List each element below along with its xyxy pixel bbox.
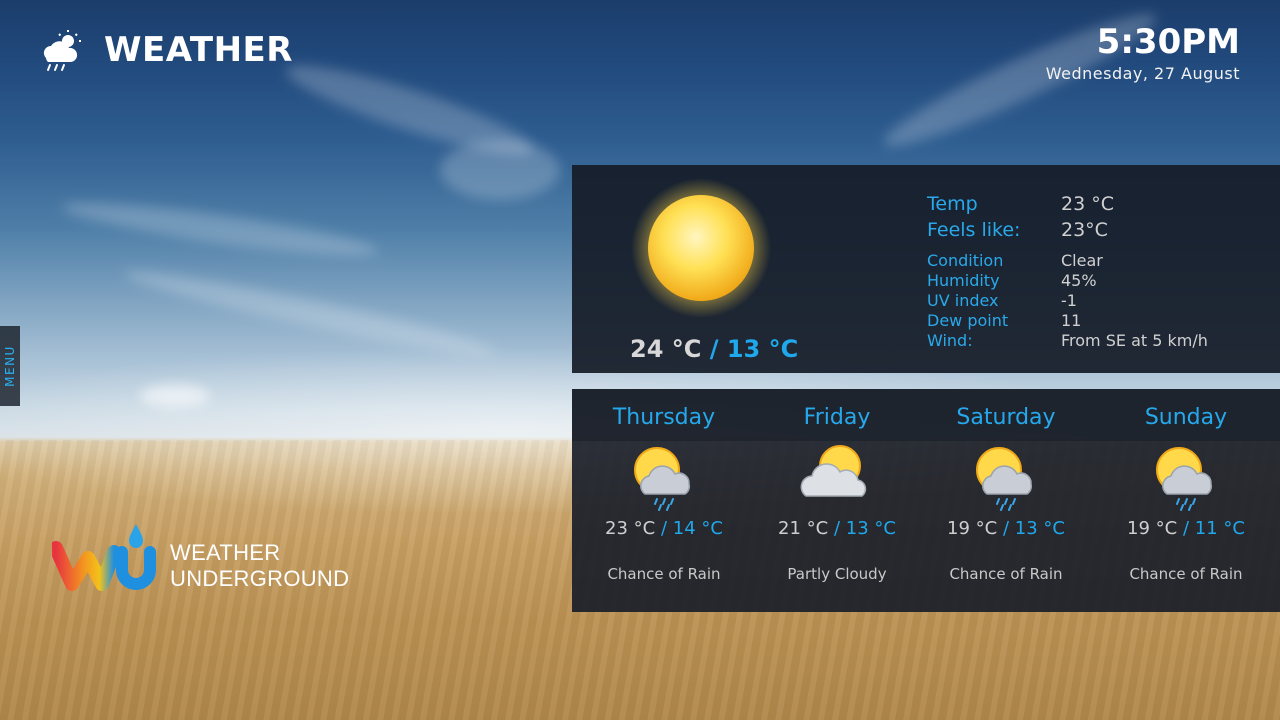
wu-wordmark: WEATHER UNDERGROUND bbox=[170, 540, 349, 592]
detail-value: 23°C bbox=[1061, 219, 1108, 241]
forecast-condition: Chance of Rain bbox=[1129, 565, 1243, 583]
forecast-panel: Thursday 23 °C / 14 °C Chance of Rain Fr… bbox=[572, 389, 1280, 612]
clock: 5:30PM Wednesday, 27 August bbox=[1046, 22, 1240, 83]
detail-label: Temp bbox=[927, 193, 978, 215]
forecast-condition: Chance of Rain bbox=[607, 565, 721, 583]
forecast-high: 19 °C bbox=[1127, 518, 1178, 539]
app-header: WEATHER bbox=[38, 28, 293, 72]
app-title: WEATHER bbox=[104, 30, 293, 70]
detail-row-uv: UV index -1 bbox=[927, 291, 1208, 311]
sun-cloud-rain-icon bbox=[976, 447, 1033, 511]
sun-cloud-rain-icon bbox=[634, 447, 691, 511]
forecast-temps: 21 °C / 13 °C bbox=[778, 518, 896, 539]
detail-row-temp: Temp 23 °C bbox=[927, 191, 1208, 217]
background-cloud bbox=[59, 192, 381, 266]
detail-row-feels: Feels like: 23°C bbox=[927, 217, 1208, 243]
menu-tab[interactable]: MENU bbox=[0, 326, 20, 406]
background-cloud bbox=[440, 140, 560, 200]
detail-row-humidity: Humidity 45% bbox=[927, 271, 1208, 291]
detail-value: -1 bbox=[1061, 291, 1077, 310]
detail-value: 11 bbox=[1061, 311, 1082, 330]
today-low: 13 °C bbox=[726, 335, 799, 363]
detail-label: Humidity bbox=[927, 271, 1000, 290]
forecast-low: 13 °C bbox=[845, 518, 896, 539]
forecast-day[interactable]: Sunday 19 °C / 11 °C Chance of Rain bbox=[1096, 389, 1276, 583]
forecast-day-name: Thursday bbox=[612, 405, 716, 430]
sun-cloud-rain-icon bbox=[1156, 447, 1213, 511]
detail-value: From SE at 5 km/h bbox=[1061, 331, 1208, 350]
background-cloud bbox=[140, 385, 210, 407]
detail-value: Clear bbox=[1061, 251, 1103, 270]
weather-underground-logo: WEATHER UNDERGROUND bbox=[52, 522, 349, 592]
forecast-temps: 19 °C / 11 °C bbox=[1127, 518, 1245, 539]
wu-line1: WEATHER bbox=[170, 540, 281, 565]
background-cloud bbox=[121, 260, 499, 366]
forecast-low: 11 °C bbox=[1194, 518, 1245, 539]
current-conditions-panel: 24 °C / 13 °C Temp 23 °C Feels like: 23°… bbox=[572, 165, 1280, 373]
detail-label: UV index bbox=[927, 291, 999, 310]
forecast-day[interactable]: Saturday 19 °C / 13 °C Chance of Rain bbox=[916, 389, 1096, 583]
detail-row-wind: Wind: From SE at 5 km/h bbox=[927, 331, 1208, 351]
weather-app-icon bbox=[43, 30, 81, 71]
forecast-high: 19 °C bbox=[947, 518, 998, 539]
detail-row-condition: Condition Clear bbox=[927, 251, 1208, 271]
current-details: Temp 23 °C Feels like: 23°C Condition Cl… bbox=[927, 191, 1208, 351]
detail-label: Wind: bbox=[927, 331, 973, 350]
forecast-low: 14 °C bbox=[672, 518, 723, 539]
forecast-temps: 23 °C / 14 °C bbox=[605, 518, 723, 539]
forecast-day[interactable]: Friday 21 °C / 13 °C Partly Cloudy bbox=[747, 389, 927, 583]
menu-label: MENU bbox=[3, 345, 18, 387]
today-high-low: 24 °C / 13 °C bbox=[630, 335, 798, 363]
forecast-day-name: Friday bbox=[803, 405, 871, 430]
forecast-low: 13 °C bbox=[1014, 518, 1065, 539]
sun-icon bbox=[631, 178, 771, 318]
forecast-day-name: Sunday bbox=[1144, 405, 1228, 430]
detail-label: Feels like: bbox=[927, 219, 1021, 241]
forecast-high: 21 °C bbox=[778, 518, 829, 539]
forecast-condition: Chance of Rain bbox=[949, 565, 1063, 583]
forecast-high: 23 °C bbox=[605, 518, 656, 539]
detail-value: 23 °C bbox=[1061, 193, 1114, 215]
detail-label: Dew point bbox=[927, 311, 1009, 330]
detail-value: 45% bbox=[1061, 271, 1097, 290]
hi-lo-separator: / bbox=[701, 335, 727, 363]
partly-cloudy-icon bbox=[800, 445, 867, 497]
clock-time: 5:30PM bbox=[1096, 22, 1240, 62]
forecast-day-name: Saturday bbox=[956, 405, 1056, 430]
today-high: 24 °C bbox=[630, 335, 702, 363]
detail-label: Condition bbox=[927, 251, 1004, 270]
forecast-temps: 19 °C / 13 °C bbox=[947, 518, 1065, 539]
wu-line2: UNDERGROUND bbox=[170, 566, 350, 591]
wu-logo-icon bbox=[52, 524, 156, 591]
detail-row-dew: Dew point 11 bbox=[927, 311, 1208, 331]
clock-date: Wednesday, 27 August bbox=[1045, 64, 1240, 83]
forecast-condition: Partly Cloudy bbox=[787, 565, 887, 583]
forecast-day[interactable]: Thursday 23 °C / 14 °C Chance of Rain bbox=[574, 389, 754, 583]
